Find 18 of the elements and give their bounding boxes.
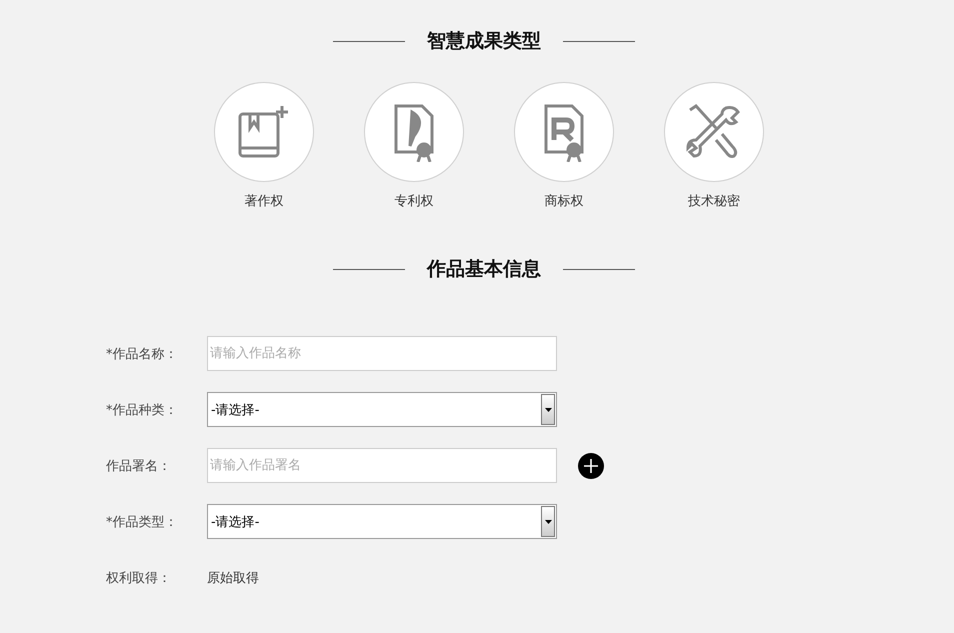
tools-icon (686, 104, 742, 160)
field-label: *作品名称： (106, 346, 178, 362)
field-value: 原始取得 (207, 570, 259, 587)
section-title: 作品基本信息 (427, 257, 541, 282)
field-label: *作品类型： (106, 514, 178, 530)
input-field[interactable]: 请输入作品署名 (207, 448, 557, 483)
select-field[interactable]: -请选择- (207, 392, 557, 427)
field-label: 权利取得： (106, 570, 172, 587)
select-field[interactable]: -请选择- (207, 504, 557, 539)
field-label: 作品署名： (106, 458, 172, 474)
type-label: 技术秘密 (688, 193, 740, 210)
field-label: *作品种类： (106, 402, 178, 418)
type-label: 专利权 (394, 193, 434, 210)
input-field[interactable]: 请输入作品名称 (207, 336, 557, 371)
type-label: 著作权 (244, 193, 284, 210)
type-label: 商标权 (544, 193, 584, 210)
add-icon[interactable] (578, 452, 604, 478)
section-title: 智慧成果类型 (427, 29, 541, 54)
